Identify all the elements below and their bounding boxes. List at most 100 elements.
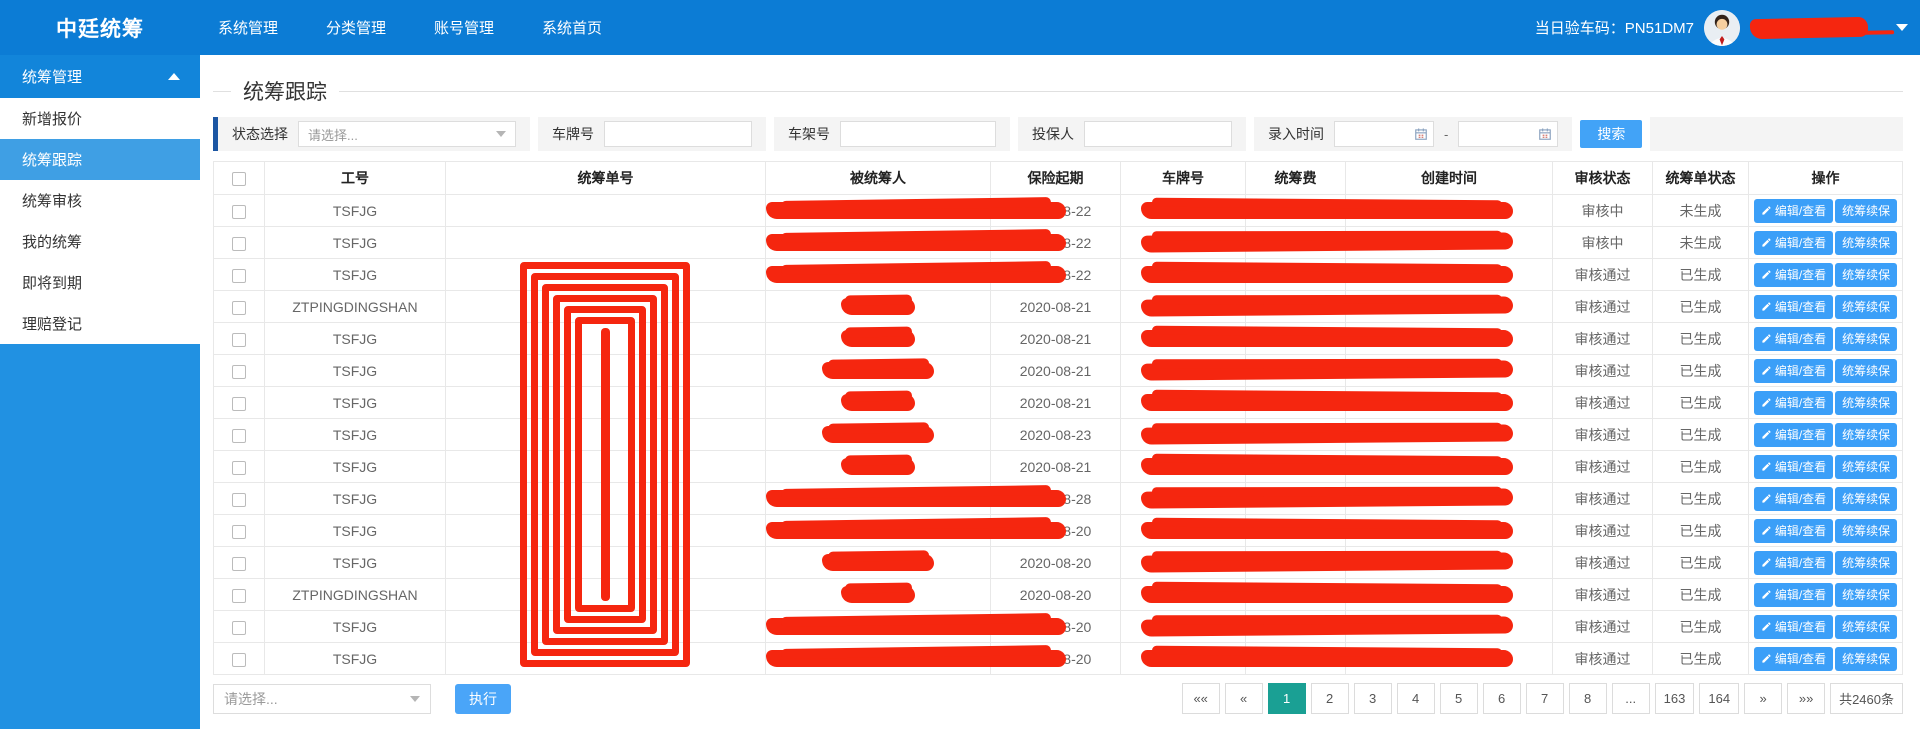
page-4[interactable]: 4 — [1397, 683, 1435, 714]
edit-view-button[interactable]: 编辑/查看 — [1754, 359, 1833, 383]
cell-actions: 编辑/查看统筹续保 — [1749, 515, 1903, 547]
renew-button[interactable]: 统筹续保 — [1835, 455, 1897, 479]
sidebar-item-统筹审核[interactable]: 统筹审核 — [0, 180, 200, 221]
edit-view-button[interactable]: 编辑/查看 — [1754, 647, 1833, 671]
cell-actions: 编辑/查看统筹续保 — [1749, 323, 1903, 355]
edit-view-button[interactable]: 编辑/查看 — [1754, 391, 1833, 415]
redaction-insured — [766, 650, 1066, 667]
edit-view-button[interactable]: 编辑/查看 — [1754, 455, 1833, 479]
nav-item-账号管理[interactable]: 账号管理 — [434, 17, 494, 38]
page-last[interactable]: »» — [1787, 683, 1825, 714]
redaction-details — [1141, 394, 1513, 411]
row-checkbox[interactable] — [232, 429, 246, 443]
page-first[interactable]: «« — [1182, 683, 1220, 714]
renew-button[interactable]: 统筹续保 — [1835, 487, 1897, 511]
edit-view-button[interactable]: 编辑/查看 — [1754, 231, 1833, 255]
sidebar-item-新增报价[interactable]: 新增报价 — [0, 98, 200, 139]
page-5[interactable]: 5 — [1440, 683, 1478, 714]
row-checkbox[interactable] — [232, 205, 246, 219]
row-checkbox[interactable] — [232, 589, 246, 603]
entry-date-to[interactable] — [1458, 121, 1558, 147]
cell-plate — [1121, 547, 1246, 579]
sidebar-item-我的统筹[interactable]: 我的统筹 — [0, 221, 200, 262]
execute-button[interactable]: 执行 — [455, 684, 511, 714]
edit-view-button[interactable]: 编辑/查看 — [1754, 519, 1833, 543]
sidebar-group-tongchou[interactable]: 统筹管理 — [0, 55, 200, 98]
row-checkbox[interactable] — [232, 525, 246, 539]
page-7[interactable]: 7 — [1526, 683, 1564, 714]
edit-view-button[interactable]: 编辑/查看 — [1754, 263, 1833, 287]
user-menu[interactable]: 当日验车码：PN51DM7 — [1535, 10, 1920, 46]
row-checkbox[interactable] — [232, 269, 246, 283]
row-checkbox[interactable] — [232, 621, 246, 635]
vin-input[interactable] — [840, 121, 996, 147]
renew-button[interactable]: 统筹续保 — [1835, 327, 1897, 351]
nav-item-系统管理[interactable]: 系统管理 — [218, 17, 278, 38]
renew-button[interactable]: 统筹续保 — [1835, 423, 1897, 447]
edit-view-button[interactable]: 编辑/查看 — [1754, 295, 1833, 319]
renew-button[interactable]: 统筹续保 — [1835, 263, 1897, 287]
row-checkbox[interactable] — [232, 365, 246, 379]
select-all-checkbox[interactable] — [232, 172, 246, 186]
cell-start-date: 2020-08-21 — [991, 355, 1121, 387]
renew-button[interactable]: 统筹续保 — [1835, 583, 1897, 607]
column-header-被统筹人: 被统筹人 — [766, 162, 991, 195]
edit-view-button[interactable]: 编辑/查看 — [1754, 583, 1833, 607]
sidebar-item-理赔登记[interactable]: 理赔登记 — [0, 303, 200, 344]
row-checkbox[interactable] — [232, 301, 246, 315]
insured-input[interactable] — [1084, 121, 1232, 147]
edit-view-button[interactable]: 编辑/查看 — [1754, 423, 1833, 447]
renew-button[interactable]: 统筹续保 — [1835, 647, 1897, 671]
cell-insured-person — [766, 419, 991, 451]
page-next[interactable]: » — [1744, 683, 1782, 714]
row-checkbox[interactable] — [232, 557, 246, 571]
table-row: TSFJG2020-08-28审核通过已生成编辑/查看统筹续保 — [214, 483, 1903, 515]
renew-button[interactable]: 统筹续保 — [1835, 551, 1897, 575]
renew-button[interactable]: 统筹续保 — [1835, 231, 1897, 255]
page-1[interactable]: 1 — [1268, 683, 1306, 714]
cell-audit-status: 审核通过 — [1553, 579, 1653, 611]
row-checkbox[interactable] — [232, 493, 246, 507]
renew-button[interactable]: 统筹续保 — [1835, 295, 1897, 319]
renew-button[interactable]: 统筹续保 — [1835, 519, 1897, 543]
page-164[interactable]: 164 — [1699, 683, 1739, 714]
cell-plate — [1121, 515, 1246, 547]
row-checkbox[interactable] — [232, 653, 246, 667]
nav-item-系统首页[interactable]: 系统首页 — [542, 17, 602, 38]
renew-button[interactable]: 统筹续保 — [1835, 615, 1897, 639]
cell-plate — [1121, 451, 1246, 483]
app-logo[interactable]: 中廷统筹 — [0, 13, 200, 43]
page-2[interactable]: 2 — [1311, 683, 1349, 714]
table-row: TSFJG2020-08-20审核通过已生成编辑/查看统筹续保 — [214, 643, 1903, 675]
sidebar-item-统筹跟踪[interactable]: 统筹跟踪 — [0, 139, 200, 180]
plate-input[interactable] — [604, 121, 752, 147]
search-button[interactable]: 搜索 — [1580, 120, 1642, 148]
sidebar-item-即将到期[interactable]: 即将到期 — [0, 262, 200, 303]
entry-date-from[interactable] — [1334, 121, 1434, 147]
status-select[interactable]: 请选择... — [298, 121, 516, 147]
renew-button[interactable]: 统筹续保 — [1835, 391, 1897, 415]
edit-view-button[interactable]: 编辑/查看 — [1754, 327, 1833, 351]
page-8[interactable]: 8 — [1569, 683, 1607, 714]
page-title: 统筹跟踪 — [231, 76, 339, 106]
edit-view-button[interactable]: 编辑/查看 — [1754, 551, 1833, 575]
row-checkbox[interactable] — [232, 237, 246, 251]
batch-action-select[interactable]: 请选择... — [213, 684, 431, 714]
collapse-arrow-icon — [168, 73, 180, 80]
cell-doc-status: 已生成 — [1653, 611, 1749, 643]
renew-button[interactable]: 统筹续保 — [1835, 199, 1897, 223]
page-3[interactable]: 3 — [1354, 683, 1392, 714]
page-prev[interactable]: « — [1225, 683, 1263, 714]
nav-item-分类管理[interactable]: 分类管理 — [326, 17, 386, 38]
edit-view-button[interactable]: 编辑/查看 — [1754, 615, 1833, 639]
cell-insured-person — [766, 643, 991, 675]
row-checkbox[interactable] — [232, 333, 246, 347]
renew-button[interactable]: 统筹续保 — [1835, 359, 1897, 383]
edit-view-button[interactable]: 编辑/查看 — [1754, 199, 1833, 223]
page-6[interactable]: 6 — [1483, 683, 1521, 714]
row-checkbox[interactable] — [232, 461, 246, 475]
edit-view-button[interactable]: 编辑/查看 — [1754, 487, 1833, 511]
cell-start-date: 2020-08-21 — [991, 291, 1121, 323]
page-163[interactable]: 163 — [1655, 683, 1695, 714]
row-checkbox[interactable] — [232, 397, 246, 411]
